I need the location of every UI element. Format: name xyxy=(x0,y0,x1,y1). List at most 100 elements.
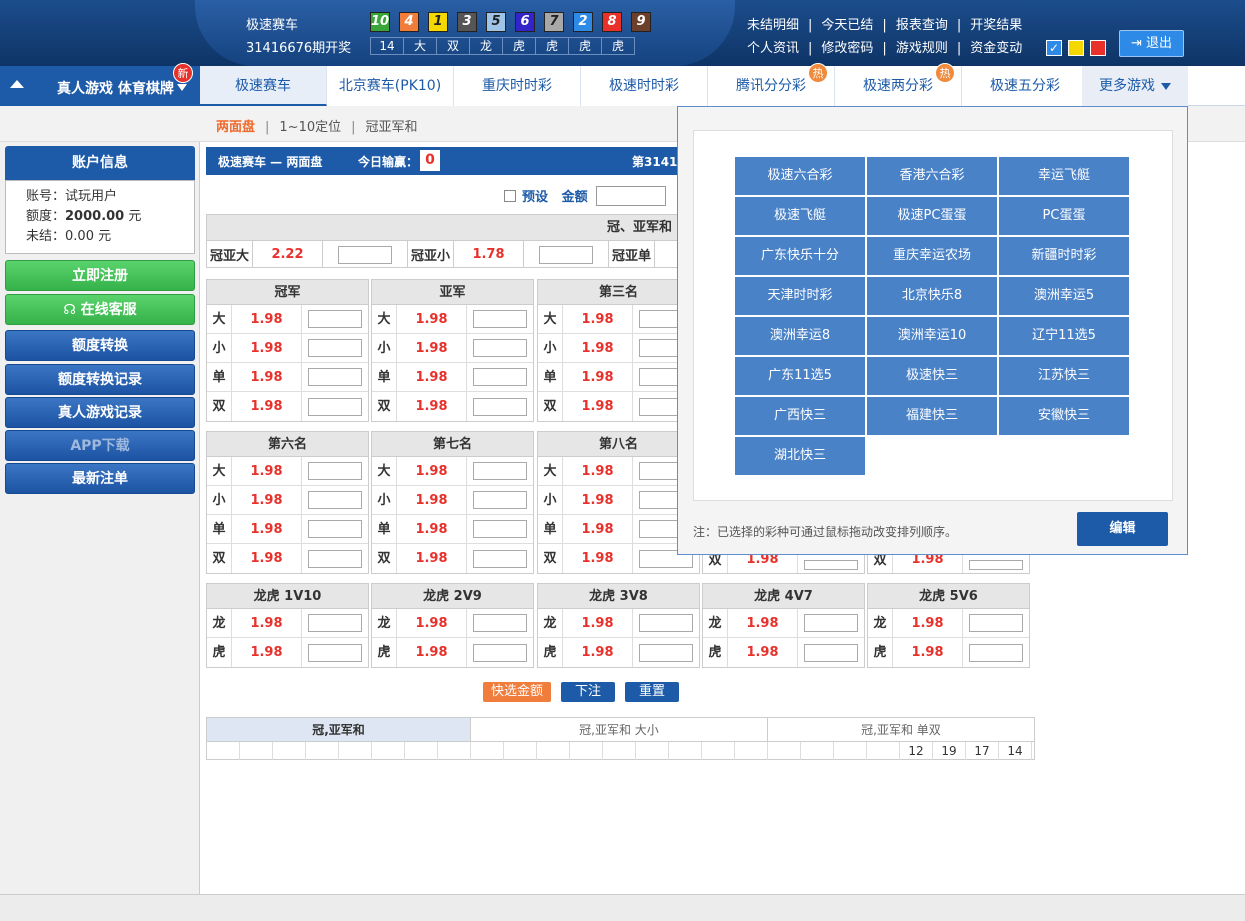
bet-amount-input[interactable] xyxy=(639,643,693,662)
bet-row: 虎 1.98 xyxy=(207,638,368,667)
bet-amount-input[interactable] xyxy=(473,368,527,386)
collapse-up-icon[interactable] xyxy=(10,80,24,88)
game-item[interactable]: 幸运飞艇 xyxy=(999,157,1129,195)
bet-amount-input[interactable] xyxy=(338,245,392,264)
tab-game[interactable]: 重庆时时彩 xyxy=(454,66,581,106)
bet-amount-input[interactable] xyxy=(639,614,693,632)
edit-button[interactable]: 编辑 xyxy=(1077,512,1168,546)
bet-amount-input[interactable] xyxy=(473,310,527,328)
game-item[interactable]: 新疆时时彩 xyxy=(999,237,1129,275)
game-item[interactable]: 福建快三 xyxy=(867,397,997,435)
game-item[interactable]: 天津时时彩 xyxy=(735,277,865,315)
bet-amount-input[interactable] xyxy=(308,614,362,632)
bet-amount-input[interactable] xyxy=(308,339,362,357)
top-link[interactable]: 资金变动 xyxy=(970,41,1022,56)
bet-amount-input[interactable] xyxy=(473,520,527,538)
bet-amount-input[interactable] xyxy=(969,559,1023,570)
bet-amount-input[interactable] xyxy=(308,462,362,480)
top-link[interactable]: 游戏规则 xyxy=(896,41,948,56)
bet-action-button[interactable]: 下注 xyxy=(561,682,616,702)
bet-amount-input[interactable] xyxy=(473,339,527,357)
bet-amount-input[interactable] xyxy=(308,520,362,538)
bet-amount-input[interactable] xyxy=(308,397,362,416)
top-link[interactable]: 开奖结果 xyxy=(970,18,1022,33)
top-link[interactable]: 个人资讯 xyxy=(747,41,799,56)
bet-amount-input[interactable] xyxy=(969,643,1023,662)
stats-tab[interactable]: 冠,亚军和 xyxy=(207,718,471,741)
game-item[interactable]: 广东11选5 xyxy=(735,357,865,395)
sidebar-button[interactable]: 额度转换 xyxy=(5,330,195,361)
preset-checkbox[interactable] xyxy=(504,190,516,202)
tab-game[interactable]: 极速两分彩热 xyxy=(835,63,962,106)
tab-game[interactable]: 腾讯分分彩热 xyxy=(708,63,835,106)
bet-amount-input[interactable] xyxy=(804,614,858,632)
bet-amount-input[interactable] xyxy=(308,368,362,386)
top-link[interactable]: 修改密码 xyxy=(821,41,873,56)
game-item[interactable]: 极速PC蛋蛋 xyxy=(867,197,997,235)
sidebar-button[interactable]: ☊ 在线客服 xyxy=(5,294,195,325)
game-item[interactable]: 江苏快三 xyxy=(999,357,1129,395)
bet-title: 极速赛车 — 两面盘 xyxy=(218,155,323,169)
top-link[interactable]: 今天已结 xyxy=(821,18,873,33)
subnav-item[interactable]: 两面盘 xyxy=(216,120,255,135)
game-item[interactable]: 澳洲幸运5 xyxy=(999,277,1129,315)
stats-tab[interactable]: 冠,亚军和 单双 xyxy=(768,718,1034,741)
theme-swatch[interactable]: ✓ xyxy=(1046,40,1062,56)
bet-amount-input[interactable] xyxy=(804,643,858,662)
tab-game[interactable]: 极速时时彩 xyxy=(581,66,708,106)
theme-swatch[interactable] xyxy=(1090,40,1106,56)
bet-action-button[interactable]: 快选金额 xyxy=(483,682,552,702)
logout-button[interactable]: ⇥ 退出 xyxy=(1119,30,1184,57)
top-link[interactable]: 未结明细 xyxy=(747,18,799,33)
bet-amount-input[interactable] xyxy=(473,462,527,480)
sidebar-button[interactable]: 最新注单 xyxy=(5,463,195,494)
game-item[interactable]: 安徽快三 xyxy=(999,397,1129,435)
game-item[interactable]: 湖北快三 xyxy=(735,437,865,475)
sidebar-button[interactable]: 真人游戏记录 xyxy=(5,397,195,428)
tab-game[interactable]: 极速五分彩 xyxy=(962,66,1089,106)
nav-left-menu[interactable]: 真人游戏 体育棋牌 新 xyxy=(0,63,200,106)
subnav-item[interactable]: 冠亚军和 xyxy=(366,120,418,135)
subnav-item[interactable]: 1~10定位 xyxy=(279,120,341,135)
gyh-label: 冠亚大 xyxy=(207,241,253,268)
bet-amount-input[interactable] xyxy=(473,397,527,416)
bet-amount-input[interactable] xyxy=(308,643,362,662)
game-item[interactable]: PC蛋蛋 xyxy=(999,197,1129,235)
game-item[interactable]: 澳洲幸运8 xyxy=(735,317,865,355)
sidebar-button[interactable]: 额度转换记录 xyxy=(5,364,195,395)
stats-tab[interactable]: 冠,亚军和 大小 xyxy=(471,718,768,741)
bet-input-cell xyxy=(798,559,864,570)
game-item[interactable]: 香港六合彩 xyxy=(867,157,997,195)
sidebar-button[interactable]: APP下载 xyxy=(5,430,195,461)
tab-more-games[interactable]: 更多游戏 xyxy=(1082,66,1188,106)
tab-game[interactable]: 北京赛车(PK10) xyxy=(327,66,454,106)
bet-amount-input[interactable] xyxy=(308,549,362,568)
top-link[interactable]: 报表查询 xyxy=(896,18,948,33)
game-item[interactable]: 极速飞艇 xyxy=(735,197,865,235)
game-item[interactable]: 广西快三 xyxy=(735,397,865,435)
hot-badge: 热 xyxy=(808,63,828,83)
game-item[interactable]: 澳洲幸运10 xyxy=(867,317,997,355)
bet-action-button[interactable]: 重置 xyxy=(625,682,680,702)
game-item[interactable]: 北京快乐8 xyxy=(867,277,997,315)
sidebar-button[interactable]: 立即注册 xyxy=(5,260,195,291)
bet-amount-input[interactable] xyxy=(473,549,527,568)
logout-label: 退出 xyxy=(1146,36,1173,51)
bet-amount-input[interactable] xyxy=(804,559,858,570)
bet-amount-input[interactable] xyxy=(308,491,362,509)
game-item[interactable]: 极速快三 xyxy=(867,357,997,395)
tab-game[interactable]: 极速赛车 xyxy=(200,66,327,106)
bet-amount-input[interactable] xyxy=(473,491,527,509)
bet-amount-input[interactable] xyxy=(473,614,527,632)
bet-amount-input[interactable] xyxy=(539,245,593,264)
bet-amount-input[interactable] xyxy=(473,643,527,662)
preset-amount-input[interactable] xyxy=(596,186,666,206)
game-item[interactable]: 极速六合彩 xyxy=(735,157,865,195)
game-item[interactable]: 广东快乐十分 xyxy=(735,237,865,275)
preset-toggle[interactable]: 预设 金额 xyxy=(504,186,588,205)
theme-swatch[interactable] xyxy=(1068,40,1084,56)
game-item[interactable]: 重庆幸运农场 xyxy=(867,237,997,275)
bet-amount-input[interactable] xyxy=(308,310,362,328)
game-item[interactable]: 辽宁11选5 xyxy=(999,317,1129,355)
bet-amount-input[interactable] xyxy=(969,614,1023,632)
